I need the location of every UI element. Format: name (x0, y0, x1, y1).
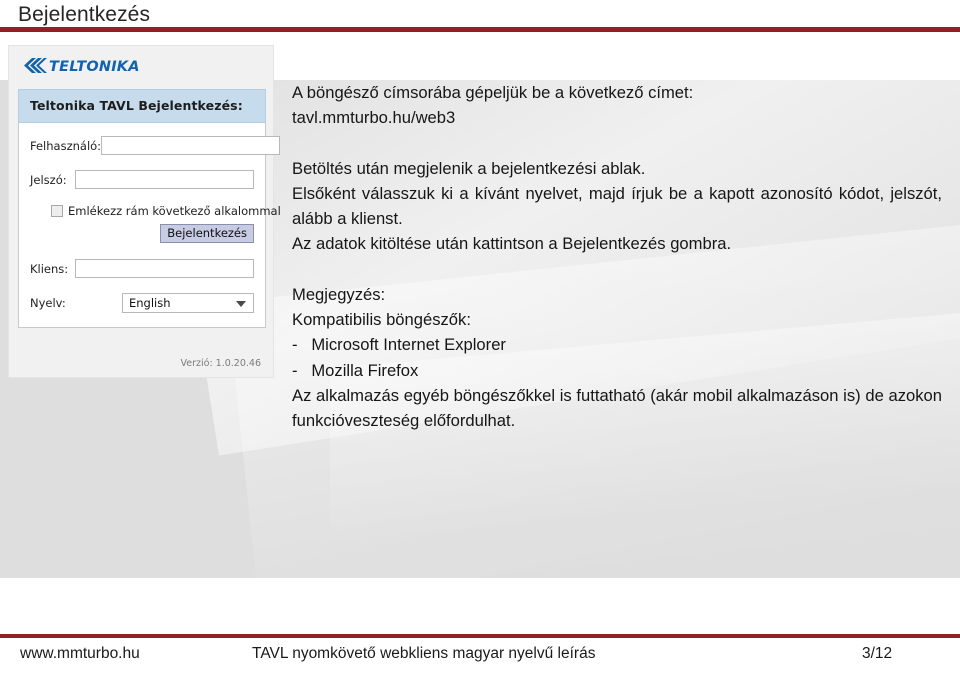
remember-me-checkbox[interactable] (51, 205, 63, 217)
client-input[interactable] (75, 259, 254, 278)
browser-list-item-firefox: - Mozilla Firefox (292, 360, 419, 380)
username-input[interactable] (101, 136, 281, 155)
copy-spacer-1 (292, 131, 942, 156)
page-title: Bejelentkezés (18, 3, 151, 26)
instruction-line-5: Az adatok kitöltése után kattintson a Be… (292, 234, 732, 254)
password-row: Jelszó: (30, 170, 254, 189)
login-panel-body: Felhasználó: Jelszó: Emlékezz rám követk… (18, 123, 281, 328)
login-button-row: Bejelentkezés (30, 224, 254, 243)
remember-me-row[interactable]: Emlékezz rám következő alkalommal (30, 204, 281, 218)
client-row: Kliens: (30, 259, 254, 278)
language-row: Nyelv: English (30, 293, 254, 313)
note-heading: Megjegyzés: (292, 284, 386, 304)
instruction-line-1: A böngésző címsorába gépeljük be a követ… (292, 83, 694, 102)
version-label: Verzió: 1.0.20.46 (180, 358, 262, 369)
instruction-line-3: Betöltés után megjelenik a bejelentkezés… (292, 158, 646, 178)
instruction-url: tavl.mmturbo.hu/web3 (292, 108, 456, 128)
copy-spacer-2 (292, 257, 942, 282)
note-subheading: Kompatibilis böngészők: (292, 310, 471, 330)
footer-website: www.mmturbo.hu (20, 645, 140, 662)
footer-page-number: 3/12 (862, 645, 893, 662)
login-panel-header: Teltonika TAVL Bejelentkezés: (18, 89, 266, 123)
footer: www.mmturbo.hu TAVL nyomkövető webkliens… (0, 645, 960, 673)
browser-list-item-ie: - Microsoft Internet Explorer (292, 335, 506, 355)
login-screenshot: TELTONIKA Teltonika TAVL Bejelentkezés: … (8, 45, 281, 378)
body-copy: A böngésző címsorába gépeljük be a követ… (292, 80, 942, 434)
footer-divider (0, 634, 960, 638)
language-select[interactable]: English (122, 293, 254, 313)
title-divider (0, 27, 960, 32)
remember-me-label: Emlékezz rám következő alkalommal (68, 204, 281, 218)
chevron-logo-icon (23, 57, 47, 78)
username-label: Felhasználó: (30, 138, 102, 153)
chevron-down-icon (236, 301, 246, 307)
slide: Bejelentkezés TELTONIKA Teltonika TAVL B… (0, 0, 960, 673)
teltonika-logo: TELTONIKA (23, 56, 140, 78)
username-row: Felhasználó: (30, 136, 281, 155)
language-selected-value: English (129, 296, 171, 310)
client-label: Kliens: (30, 261, 69, 276)
login-button[interactable]: Bejelentkezés (160, 224, 254, 243)
footer-document-title: TAVL nyomkövető webkliens magyar nyelvű … (252, 645, 596, 662)
teltonika-wordmark: TELTONIKA (49, 59, 140, 75)
login-panel: Teltonika TAVL Bejelentkezés: Felhasznál… (18, 89, 281, 328)
instruction-line-4: Elsőként válasszuk ki a kívánt nyelvet, … (292, 183, 942, 229)
note-body: Az alkalmazás egyéb böngészőkkel is futt… (292, 385, 942, 431)
language-label: Nyelv: (30, 296, 66, 310)
password-label: Jelszó: (30, 172, 67, 187)
password-input[interactable] (75, 170, 254, 189)
